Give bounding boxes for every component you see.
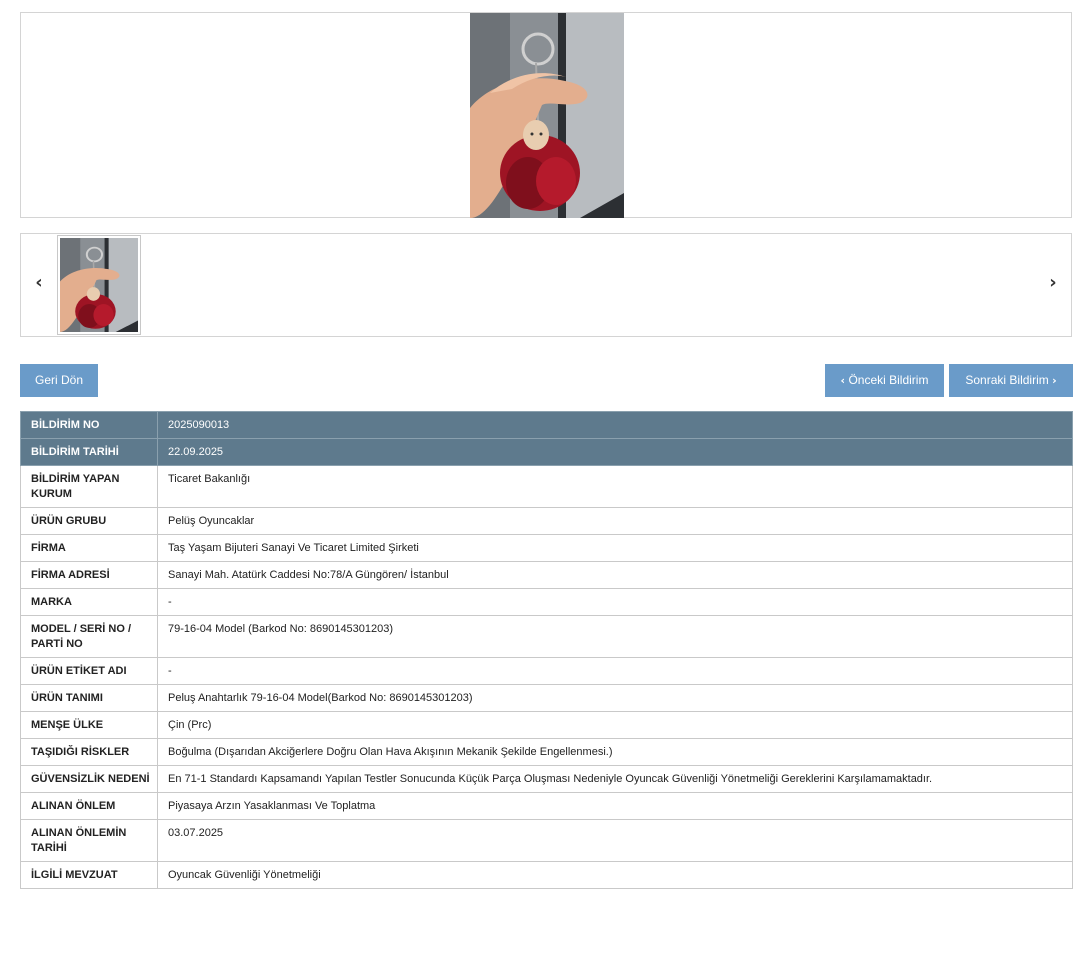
- chevron-right-icon: ›: [1052, 374, 1057, 387]
- table-row: BİLDİRİM YAPAN KURUM Ticaret Bakanlığı: [20, 465, 1073, 508]
- product-photo[interactable]: [470, 13, 624, 218]
- detail-key: FİRMA ADRESİ: [20, 561, 158, 589]
- keychain-photo-graphic: [470, 13, 624, 218]
- table-row: ALINAN ÖNLEM Piyasaya Arzın Yasaklanması …: [20, 792, 1073, 820]
- detail-key: TAŞIDIĞI RİSKLER: [20, 738, 158, 766]
- back-button-label: Geri Dön: [34, 373, 84, 387]
- details-table-body: BİLDİRİM NO 2025090013 BİLDİRİM TARİHİ 22.0…: [20, 411, 1073, 889]
- detail-key: MODEL / SERİ NO / PARTİ NO: [20, 615, 158, 658]
- detail-value: Çin (Prc): [157, 711, 1073, 739]
- detail-value: Sanayi Mah. Atatürk Caddesi No:78/A Güng…: [157, 561, 1073, 589]
- detail-value: 2025090013: [157, 411, 1073, 439]
- detail-key: BİLDİRİM NO: [20, 411, 158, 439]
- detail-value: Pelüş Oyuncaklar: [157, 507, 1073, 535]
- detail-value: Peluş Anahtarlık 79-16-04 Model(Barkod N…: [157, 684, 1073, 712]
- detail-key: MARKA: [20, 588, 158, 616]
- gallery-prev-arrow[interactable]: ‹: [29, 270, 49, 296]
- detail-key: GÜVENSİZLİK NEDENİ: [20, 765, 158, 793]
- table-row: ÜRÜN TANIMI Peluş Anahtarlık 79-16-04 Mod…: [20, 684, 1073, 712]
- detail-value: Oyuncak Güvenliği Yönetmeliği: [157, 861, 1073, 889]
- table-row: BİLDİRİM TARİHİ 22.09.2025: [20, 438, 1073, 466]
- page: ‹ › Geri Dön ‹ Önceki Bildirim Sonraki B…: [0, 0, 1080, 967]
- detail-key: FİRMA: [20, 534, 158, 562]
- chevron-left-icon: ‹: [840, 374, 846, 387]
- detail-value: Piyasaya Arzın Yasaklanması Ve Toplatma: [157, 792, 1073, 820]
- detail-value: En 71-1 Standardı Kapsamandı Yapılan Tes…: [157, 765, 1073, 793]
- detail-value: 03.07.2025: [157, 819, 1073, 862]
- gallery-next-arrow[interactable]: ›: [1043, 270, 1063, 296]
- table-row: ALINAN ÖNLEMİN TARİHİ 03.07.2025: [20, 819, 1073, 862]
- thumbnail-strip: ‹ ›: [20, 233, 1072, 337]
- detail-key: ALINAN ÖNLEMİN TARİHİ: [20, 819, 158, 862]
- table-row: ÜRÜN ETİKET ADI -: [20, 657, 1073, 685]
- table-row: TAŞIDIĞI RİSKLER Boğulma (Dışarıdan Akciğ…: [20, 738, 1073, 766]
- detail-key: İLGİLİ MEVZUAT: [20, 861, 158, 889]
- previous-notification-button[interactable]: ‹ Önceki Bildirim: [825, 364, 944, 397]
- main-image-panel: [20, 12, 1072, 218]
- table-row: ÜRÜN GRUBU Pelüş Oyuncaklar: [20, 507, 1073, 535]
- notification-details-table: BİLDİRİM NO 2025090013 BİLDİRİM TARİHİ 22.0…: [20, 411, 1073, 889]
- previous-notification-label: Önceki Bildirim: [848, 373, 929, 387]
- table-row: MENŞE ÜLKE Çin (Prc): [20, 711, 1073, 739]
- detail-value: Ticaret Bakanlığı: [157, 465, 1073, 508]
- thumbnail-item[interactable]: [57, 235, 141, 335]
- table-row: BİLDİRİM NO 2025090013: [20, 411, 1073, 439]
- table-row: İLGİLİ MEVZUAT Oyuncak Güvenliği Yönetmel…: [20, 861, 1073, 889]
- table-row: GÜVENSİZLİK NEDENİ En 71-1 Standardı Kaps…: [20, 765, 1073, 793]
- detail-key: ÜRÜN TANIMI: [20, 684, 158, 712]
- table-row: MARKA -: [20, 588, 1073, 616]
- detail-value: Taş Yaşam Bijuteri Sanayi Ve Ticaret Lim…: [157, 534, 1073, 562]
- next-notification-label: Sonraki Bildirim: [965, 373, 1049, 387]
- detail-key: ÜRÜN GRUBU: [20, 507, 158, 535]
- detail-key: MENŞE ÜLKE: [20, 711, 158, 739]
- detail-key: ALINAN ÖNLEM: [20, 792, 158, 820]
- table-row: MODEL / SERİ NO / PARTİ NO 79-16-04 Model…: [20, 615, 1073, 658]
- detail-value: 79-16-04 Model (Barkod No: 8690145301203…: [157, 615, 1073, 658]
- detail-value: -: [157, 588, 1073, 616]
- next-notification-button[interactable]: Sonraki Bildirim ›: [949, 364, 1073, 397]
- keychain-thumbnail-graphic: [60, 238, 138, 332]
- detail-key: BİLDİRİM TARİHİ: [20, 438, 158, 466]
- detail-value: 22.09.2025: [157, 438, 1073, 466]
- table-row: FİRMA ADRESİ Sanayi Mah. Atatürk Caddesi …: [20, 561, 1073, 589]
- detail-key: BİLDİRİM YAPAN KURUM: [20, 465, 158, 508]
- detail-value: Boğulma (Dışarıdan Akciğerlere Doğru Ola…: [157, 738, 1073, 766]
- table-row: FİRMA Taş Yaşam Bijuteri Sanayi Ve Ticare…: [20, 534, 1073, 562]
- detail-key: ÜRÜN ETİKET ADI: [20, 657, 158, 685]
- thumbnail-photo: [60, 238, 138, 332]
- detail-value: -: [157, 657, 1073, 685]
- back-button[interactable]: Geri Dön: [20, 364, 98, 397]
